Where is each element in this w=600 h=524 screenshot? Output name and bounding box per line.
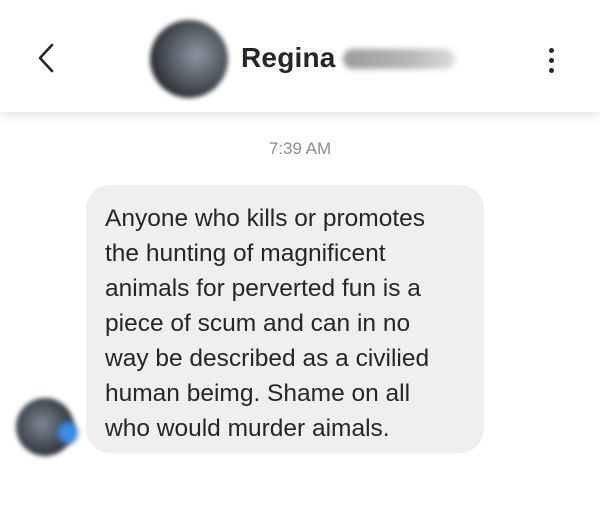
avatar-status-accent — [58, 422, 78, 444]
more-options-button[interactable] — [536, 40, 566, 80]
direct-message-screen: Regina 7:39 AM Anyone who kills or promo… — [0, 0, 600, 524]
chat-header: Regina — [0, 0, 600, 112]
chevron-left-icon — [38, 43, 54, 73]
contact-name[interactable]: Regina — [241, 38, 336, 78]
redacted-surname — [343, 49, 455, 69]
message-timestamp: 7:39 AM — [268, 139, 332, 158]
more-vertical-icon — [548, 47, 554, 53]
message-bubble[interactable]: Anyone who kills or promotes the hunting… — [86, 185, 484, 453]
contact-avatar[interactable] — [150, 20, 228, 98]
back-button[interactable] — [26, 36, 66, 80]
message-text: Anyone who kills or promotes the hunting… — [105, 205, 430, 442]
